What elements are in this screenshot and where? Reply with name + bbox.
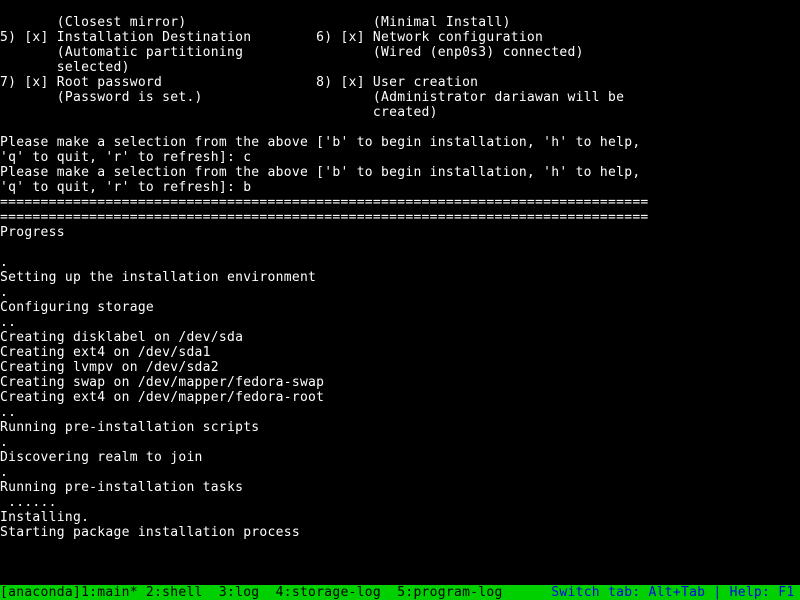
- progress-discovering: Discovering realm to join: [0, 450, 203, 465]
- prompt-line-1a: Please make a selection from the above […: [0, 135, 640, 150]
- menu-item5-sub2: selected): [0, 60, 130, 75]
- menu-item7[interactable]: 7) [x] Root password 8) [x] User creatio…: [0, 75, 478, 90]
- progress-dots: ..: [0, 315, 16, 330]
- progress-disklabel: Creating disklabel on /dev/sda: [0, 330, 243, 345]
- prompt-line-2a: Please make a selection from the above […: [0, 165, 640, 180]
- menu-item5-sub1: (Automatic partitioning (Wired (enp0s3) …: [0, 45, 584, 60]
- progress-header: Progress: [0, 225, 65, 240]
- progress-swap: Creating swap on /dev/mapper/fedora-swap: [0, 375, 324, 390]
- status-right: Switch tab: Alt+Tab | Help: F1: [551, 585, 800, 600]
- progress-preinstall-scripts: Running pre-installation scripts: [0, 420, 259, 435]
- progress-preinstall-tasks: Running pre-installation tasks: [0, 480, 243, 495]
- status-left[interactable]: [anaconda]1:main* 2:shell 3:log 4:storag…: [0, 585, 503, 600]
- prompt-line-1b[interactable]: 'q' to quit, 'r' to refresh]: c: [0, 150, 251, 165]
- menu-item4-sub: (Closest mirror) (Minimal Install): [0, 15, 511, 30]
- progress-ext4-root: Creating ext4 on /dev/mapper/fedora-root: [0, 390, 324, 405]
- progress-config-storage: Configuring storage: [0, 300, 154, 315]
- progress-installing: Installing.: [0, 510, 89, 525]
- menu-item7-sub2: created): [0, 105, 438, 120]
- progress-dot: .: [0, 465, 8, 480]
- progress-lvmpv: Creating lvmpv on /dev/sda2: [0, 360, 219, 375]
- progress-dots: ..: [0, 405, 16, 420]
- progress-ext4-sda1: Creating ext4 on /dev/sda1: [0, 345, 211, 360]
- progress-dot: .: [0, 285, 8, 300]
- progress-dot: .: [0, 255, 8, 270]
- tmux-statusbar[interactable]: [anaconda]1:main* 2:shell 3:log 4:storag…: [0, 585, 800, 600]
- prompt-line-2b[interactable]: 'q' to quit, 'r' to refresh]: b: [0, 180, 251, 195]
- progress-dot: .: [0, 435, 8, 450]
- menu-item5[interactable]: 5) [x] Installation Destination 6) [x] N…: [0, 30, 543, 45]
- progress-starting-pkg: Starting package installation process: [0, 525, 300, 540]
- terminal-output: (Closest mirror) (Minimal Install) 5) [x…: [0, 0, 800, 540]
- divider-2: ========================================…: [0, 210, 649, 225]
- progress-dots: ......: [0, 495, 57, 510]
- menu-item7-sub1: (Password is set.) (Administrator dariaw…: [0, 90, 624, 105]
- divider-1: ========================================…: [0, 195, 649, 210]
- progress-setup-env: Setting up the installation environment: [0, 270, 316, 285]
